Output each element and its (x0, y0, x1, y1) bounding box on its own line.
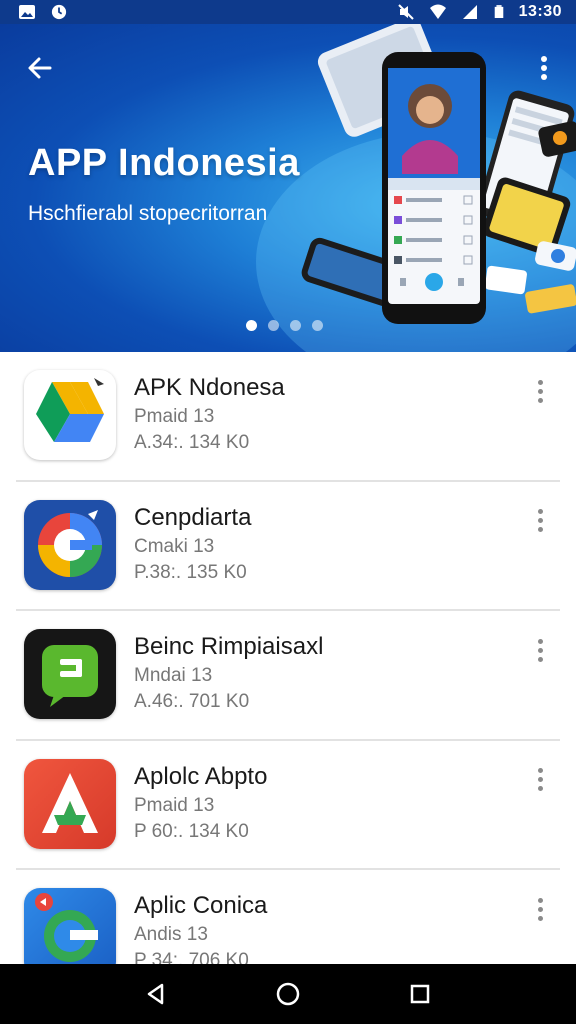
green-chat-icon (24, 629, 116, 719)
signal-icon (462, 5, 477, 19)
list-item[interactable]: Beinc Rimpiaisaxl Mndai 13 A.46:. 701 K0 (16, 611, 560, 741)
app-name: APK Ndonesa (134, 374, 285, 401)
mute-icon (397, 4, 414, 20)
clock-icon (51, 4, 67, 20)
status-bar: 13:30 (0, 0, 576, 24)
hero-banner[interactable]: APP Indonesia Hschfierabl stopecritorran (0, 24, 576, 352)
app-category: Andis 13 (134, 924, 208, 945)
status-time: 13:30 (518, 3, 562, 20)
hero-subtitle: Hschfierabl stopecritorran (28, 202, 268, 225)
recents-square-icon (410, 984, 430, 1004)
list-item[interactable]: Cenpdiarta Cmaki 13 P.38:. 135 K0 (16, 482, 560, 611)
app-screen: 13:30 APP Indonesia Hschfierabl stopecri… (0, 0, 576, 1024)
app-name: Aplolc Abpto (134, 762, 268, 790)
carousel-dot-2[interactable] (268, 320, 279, 331)
more-vertical-icon[interactable] (530, 894, 550, 924)
carousel-indicator[interactable] (246, 320, 323, 331)
more-vertical-icon[interactable] (530, 635, 550, 665)
status-left (18, 4, 68, 20)
carousel-dot-1[interactable] (246, 320, 257, 331)
more-vertical-icon[interactable] (530, 506, 550, 536)
app-size: A.34:. 134 K0 (134, 432, 250, 453)
home-circle-icon (276, 982, 300, 1006)
more-vertical-icon[interactable] (530, 376, 550, 406)
app-list: APK Ndonesa Pmaid 13 A.34:. 134 K0 Cenpd… (0, 352, 576, 1000)
back-button[interactable] (22, 50, 58, 86)
app-category: Pmaid 13 (134, 406, 215, 427)
image-icon (19, 5, 35, 19)
nav-recents-button[interactable] (398, 972, 442, 1016)
system-nav-bar (0, 964, 576, 1024)
app-size: P 60:. 134 K0 (134, 820, 249, 842)
carousel-dot-4[interactable] (312, 320, 323, 331)
app-category: Mndai 13 (134, 665, 213, 686)
app-name: Cenpdiarta (134, 503, 252, 531)
app-size: P.38:. 135 K0 (134, 561, 247, 583)
hero-title: APP Indonesia (28, 142, 300, 184)
phones-illustration (301, 24, 576, 324)
app-name: Beinc Rimpiaisaxl (134, 633, 324, 660)
more-vertical-icon[interactable] (530, 765, 550, 795)
list-item[interactable]: APK Ndonesa Pmaid 13 A.34:. 134 K0 (16, 352, 560, 482)
arrow-left-icon (28, 57, 52, 79)
chrome-g-style-icon (24, 499, 116, 590)
nav-home-button[interactable] (266, 972, 310, 1016)
wifi-icon (429, 4, 446, 19)
app-category: Pmaid 13 (134, 794, 215, 816)
carousel-dot-3[interactable] (290, 320, 301, 331)
battery-icon (494, 5, 503, 18)
status-right: 13:30 (397, 3, 562, 21)
back-triangle-icon (147, 983, 164, 1005)
app-size: A.46:. 701 K0 (134, 691, 250, 712)
list-item[interactable]: Aplolc Abpto Pmaid 13 P 60:. 134 K0 (16, 741, 560, 870)
app-name: Aplic Conica (134, 892, 268, 919)
google-drive-style-icon (24, 370, 116, 460)
app-category: Cmaki 13 (134, 535, 215, 557)
red-a-icon (24, 758, 116, 849)
nav-back-button[interactable] (134, 972, 178, 1016)
